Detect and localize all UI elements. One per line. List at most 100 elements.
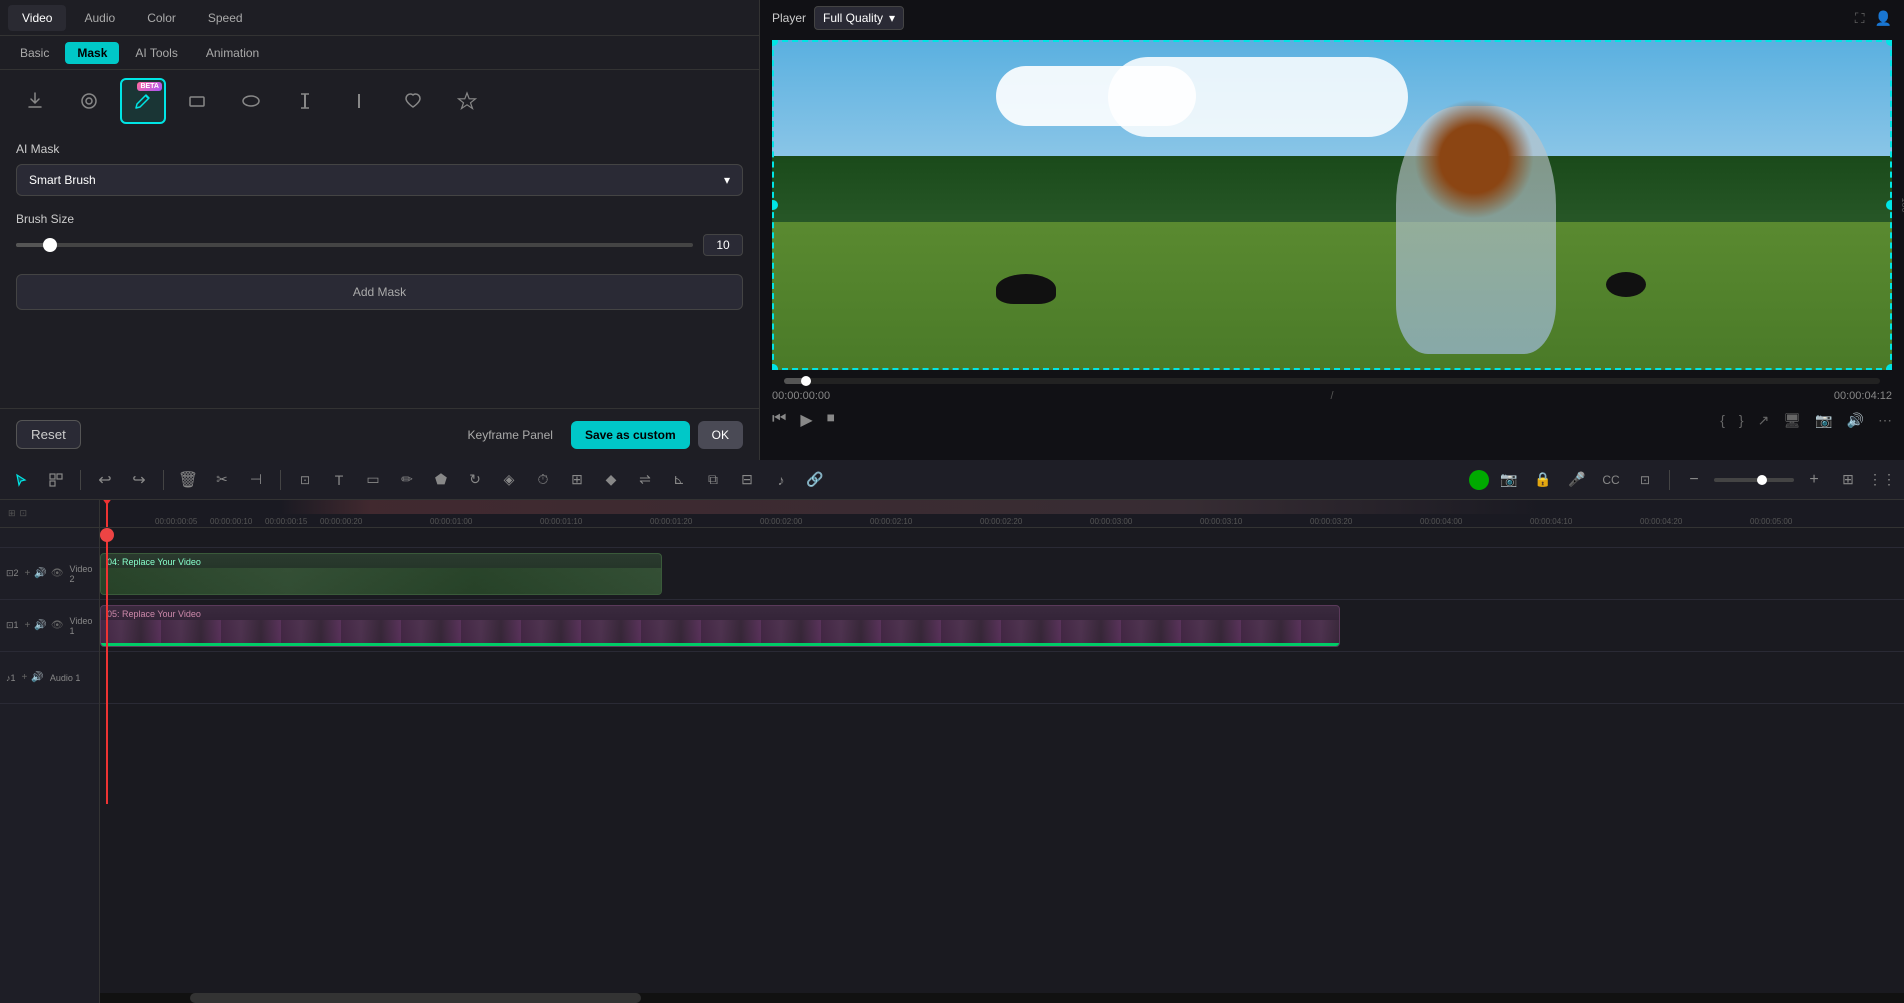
chevron-down-icon: ▾ (724, 173, 730, 187)
mask-tool-rectangle[interactable] (174, 78, 220, 124)
ruler-highlight (100, 500, 1904, 514)
slider-thumb[interactable] (43, 238, 57, 252)
audio1-mute-icon[interactable]: 🔊 (31, 672, 43, 683)
step-back-icon[interactable]: ⏮ (772, 410, 786, 430)
shape-tool[interactable]: ⬟ (427, 466, 455, 494)
trim-button[interactable]: ⊣ (242, 466, 270, 494)
record-button[interactable] (1469, 470, 1489, 490)
zoom-out-button[interactable]: − (1680, 466, 1708, 494)
link-tool[interactable]: 🔗 (801, 466, 829, 494)
corner-handle-br[interactable] (1886, 364, 1892, 370)
handle-mr[interactable] (1886, 200, 1892, 210)
more-icon[interactable]: ⋯ (1878, 412, 1892, 429)
keyframe-tool[interactable]: ◆ (597, 466, 625, 494)
monitor-icon[interactable]: 🖥 (1783, 412, 1801, 429)
video1-progress-bar (101, 643, 1339, 646)
screenshot-icon[interactable]: 📷 (1815, 412, 1832, 429)
filter-tool[interactable]: ⊾ (665, 466, 693, 494)
video1-clip[interactable]: 05: Replace Your Video (100, 605, 1340, 647)
video2-mute-icon[interactable]: 🔊 (34, 568, 46, 579)
rotate-tool[interactable]: ↻ (461, 466, 489, 494)
timeline-zoom-slider[interactable] (1714, 478, 1794, 482)
progress-bar[interactable] (784, 378, 1880, 384)
volume-icon[interactable]: 🔊 (1847, 412, 1864, 429)
scrollbar-thumb[interactable] (190, 993, 641, 1003)
motion-tool[interactable]: ⇌ (631, 466, 659, 494)
sub-tabs: Basic Mask AI Tools Animation (0, 36, 759, 70)
mask-tool-ellipse[interactable] (228, 78, 274, 124)
brush-size-slider[interactable] (16, 243, 693, 247)
reset-button[interactable]: Reset (16, 420, 81, 449)
audio1-add-icon[interactable]: + (22, 672, 28, 683)
select-tool[interactable]: ⊡ (291, 466, 319, 494)
ok-button[interactable]: OK (698, 421, 743, 449)
text-tool[interactable]: T (325, 466, 353, 494)
more-options-button[interactable]: ⋮⋮ (1868, 466, 1896, 494)
fullscreen-icon[interactable]: ⛶ (1855, 10, 1865, 27)
playhead-circle[interactable] (100, 528, 114, 542)
bracket-right-icon[interactable]: } (1739, 412, 1744, 429)
lock-button[interactable]: 🔒 (1529, 466, 1557, 494)
video1-add-icon[interactable]: + (25, 620, 31, 631)
mic-button[interactable]: 🎤 (1563, 466, 1591, 494)
scissors-button[interactable]: ✂ (208, 466, 236, 494)
progress-thumb[interactable] (801, 376, 811, 386)
subtab-mask[interactable]: Mask (65, 42, 119, 64)
timeline-scrollbar[interactable] (100, 993, 1904, 1003)
tab-speed[interactable]: Speed (194, 5, 257, 31)
speed-tool[interactable]: ⏱ (529, 466, 557, 494)
mask-tool-circle[interactable] (66, 78, 112, 124)
video2-clip[interactable]: 04: Replace Your Video (100, 553, 662, 595)
effect-tool[interactable]: ◈ (495, 466, 523, 494)
subtab-basic[interactable]: Basic (8, 42, 61, 64)
redo-button[interactable]: ↪ (125, 466, 153, 494)
mask-tool-line2[interactable] (336, 78, 382, 124)
subtab-animation[interactable]: Animation (194, 42, 271, 64)
timeline-tracks[interactable]: 00:00:00:05 00:00:00:10 00:00:00:15 00:0… (100, 500, 1904, 1003)
stop-icon[interactable]: ⏹ (827, 410, 835, 430)
cloud-2 (1108, 57, 1408, 137)
video1-eye-icon[interactable]: 👁 (51, 620, 64, 631)
overlay-tool[interactable]: ⧉ (699, 466, 727, 494)
mask-tool-star[interactable] (444, 78, 490, 124)
mask-tool-download[interactable] (12, 78, 58, 124)
delete-button[interactable]: 🗑 (174, 466, 202, 494)
play-icon[interactable]: ▶ (800, 410, 812, 430)
bracket-left-icon[interactable]: { (1720, 412, 1725, 429)
mask-tool-pen[interactable]: BETA (120, 78, 166, 124)
ai-mask-dropdown[interactable]: Smart Brush ▾ (16, 164, 743, 196)
tab-video[interactable]: Video (8, 5, 66, 31)
cursor-tool[interactable] (8, 466, 36, 494)
video1-icons: + 🔊 👁 (25, 620, 64, 631)
track-tool[interactable]: ⊟ (733, 466, 761, 494)
quality-dropdown[interactable]: Full Quality ▾ (814, 6, 904, 30)
rect-tool[interactable]: ▭ (359, 466, 387, 494)
subtab-ai-tools[interactable]: AI Tools (123, 42, 189, 64)
timeline-right-tools: 📷 🔒 🎤 CC ⊡ − + ⊞ ⋮⋮ (1469, 466, 1896, 494)
multi-select-tool[interactable] (42, 466, 70, 494)
grid-button[interactable]: ⊞ (1834, 466, 1862, 494)
video1-mute-icon[interactable]: 🔊 (34, 620, 46, 631)
audio-tool[interactable]: ♪ (767, 466, 795, 494)
undo-button[interactable]: ↩ (91, 466, 119, 494)
send-icon[interactable]: ↗ (1758, 412, 1770, 429)
mask-tool-heart[interactable] (390, 78, 436, 124)
tick-10: 00:00:02:20 (980, 517, 1022, 526)
mask-tool-line1[interactable] (282, 78, 328, 124)
video2-eye-icon[interactable]: 👁 (51, 568, 64, 579)
tab-audio[interactable]: Audio (70, 5, 129, 31)
caption-button[interactable]: CC (1597, 466, 1625, 494)
keyframe-panel-button[interactable]: Keyframe Panel (458, 423, 563, 447)
camera-button[interactable]: 📷 (1495, 466, 1523, 494)
freehand-tool[interactable]: ✏ (393, 466, 421, 494)
video-frame (772, 40, 1892, 370)
video2-add-icon[interactable]: + (25, 568, 31, 579)
settings-icon[interactable]: 👤 (1875, 10, 1892, 27)
zoom-in-button[interactable]: + (1800, 466, 1828, 494)
brush-size-value[interactable]: 10 (703, 234, 743, 256)
tab-color[interactable]: Color (133, 5, 190, 31)
save-as-custom-button[interactable]: Save as custom (571, 421, 690, 449)
split-tool[interactable]: ⊞ (563, 466, 591, 494)
add-mask-button[interactable]: Add Mask (16, 274, 743, 310)
sub-button[interactable]: ⊡ (1631, 466, 1659, 494)
